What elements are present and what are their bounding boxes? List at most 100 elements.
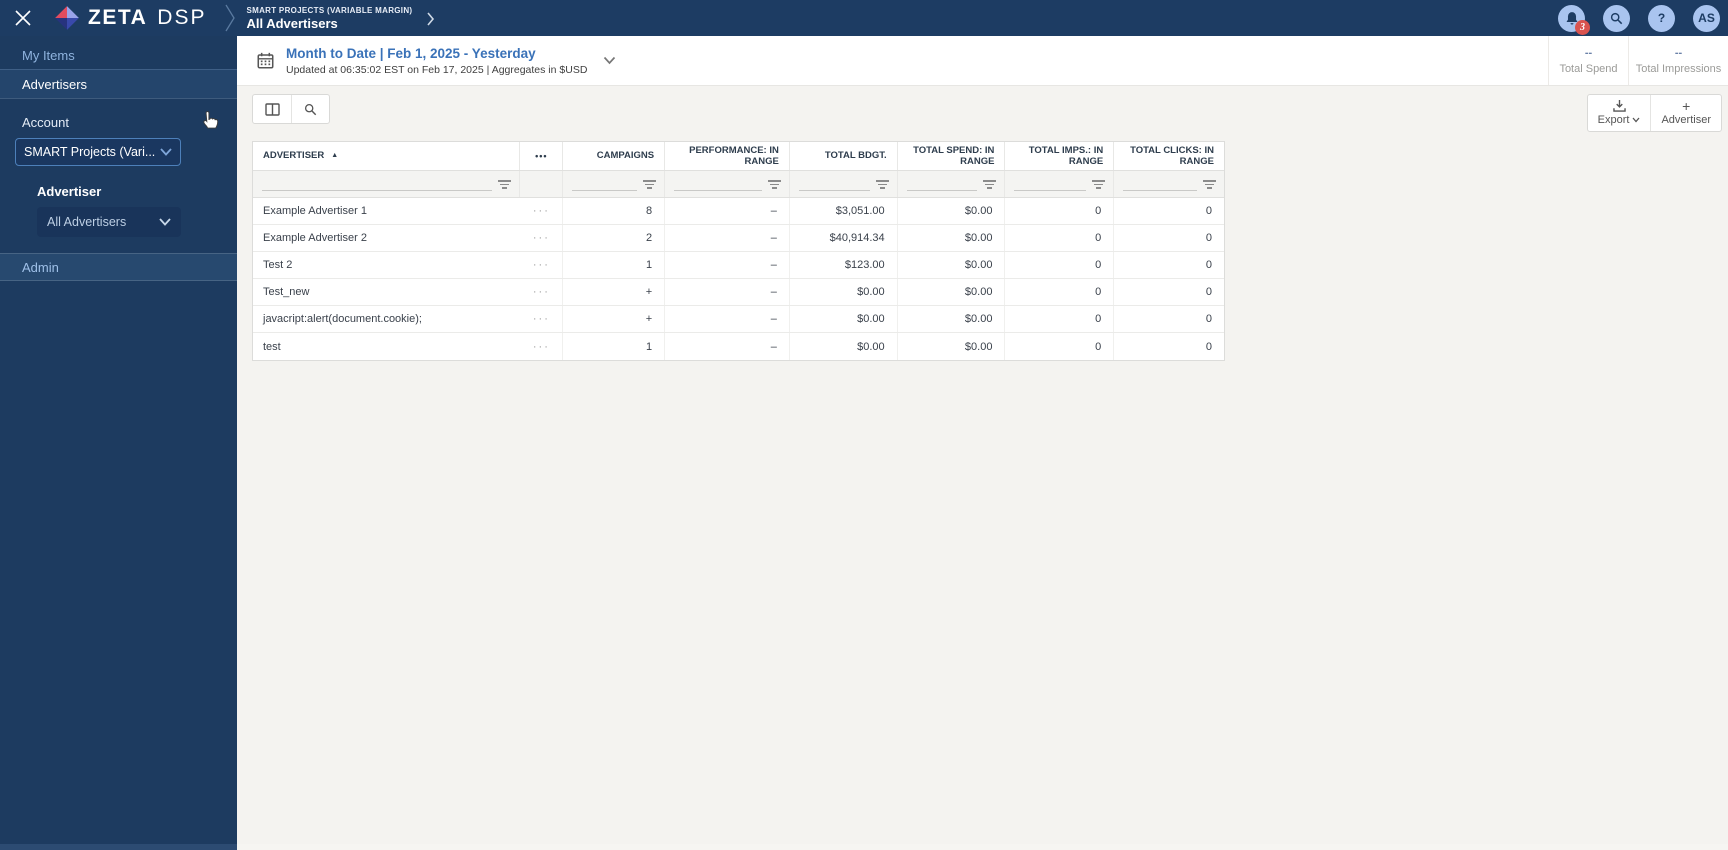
column-header-label: ••• — [535, 150, 548, 161]
cell-total-budget: $0.00 — [790, 333, 898, 360]
zeta-dsp-logo[interactable]: ZETA DSP — [54, 5, 206, 31]
add-advertiser-button[interactable]: + Advertiser — [1650, 95, 1721, 131]
total-impressions-metric: -- Total Impressions — [1628, 36, 1728, 85]
filter-cell[interactable] — [1005, 171, 1115, 197]
columns-view-button[interactable] — [253, 95, 291, 123]
column-header-total-imps-in-range[interactable]: TOTAL IMPS.: IN RANGE — [1005, 142, 1115, 170]
row-menu-button[interactable]: ··· — [520, 225, 564, 251]
plus-icon: + — [1682, 98, 1691, 114]
filter-icon[interactable] — [643, 180, 657, 189]
cell-campaigns: 2 — [563, 225, 666, 251]
row-menu-button[interactable]: ··· — [520, 279, 564, 305]
cell-total-spend: $0.00 — [898, 225, 1006, 251]
filter-input[interactable] — [572, 190, 638, 191]
brand-suffix: DSP — [157, 6, 207, 29]
cell-campaigns[interactable]: + — [563, 306, 666, 332]
date-range-selector[interactable]: Month to Date | Feb 1, 2025 - Yesterday … — [257, 46, 616, 76]
cell-total-clicks: 0 — [1205, 313, 1212, 325]
advertiser-name-cell[interactable]: Example Advertiser 1 — [253, 198, 520, 224]
filter-cell[interactable] — [563, 171, 666, 197]
help-button[interactable]: ? — [1648, 4, 1675, 32]
filter-cell[interactable] — [665, 171, 790, 197]
column-header-advertiser[interactable]: ADVERTISER ▲ — [253, 142, 521, 170]
column-header-performance-in-range[interactable]: PERFORMANCE: IN RANGE — [665, 142, 790, 170]
cell-total-impressions: 0 — [1005, 198, 1115, 224]
column-header-campaigns[interactable]: CAMPAIGNS — [563, 142, 666, 170]
sidebar-item-advertisers[interactable]: Advertisers — [0, 70, 237, 99]
filter-icon[interactable] — [875, 180, 889, 189]
table-row[interactable]: Test_new ··· + – $0.00 $0.00 0 0 — [253, 279, 1224, 306]
filter-cell[interactable] — [790, 171, 898, 197]
account-select-value: SMART Projects (Vari... — [24, 145, 156, 159]
row-menu-button[interactable]: ··· — [520, 252, 564, 278]
calendar-icon — [257, 52, 274, 69]
filter-cell[interactable] — [253, 171, 521, 197]
date-range-subtitle: Updated at 06:35:02 EST on Feb 17, 2025 … — [286, 63, 588, 76]
advertiser-name-cell[interactable]: Test 2 — [253, 252, 520, 278]
account-label: Account — [22, 115, 69, 130]
sidebar-item-my-items[interactable]: My Items — [0, 41, 237, 70]
filter-icon[interactable] — [1203, 180, 1217, 189]
total-spend-value: -- — [1584, 46, 1593, 59]
advertiser-name-cell[interactable]: test — [253, 333, 520, 360]
filter-icon[interactable] — [498, 180, 512, 189]
table-row[interactable]: Example Advertiser 2 ··· 2– $40,914.34 $0.00… — [253, 225, 1224, 252]
table-row[interactable]: javacript:alert(document.cookie); ··· + – $0… — [253, 306, 1224, 333]
table-row[interactable]: Example Advertiser 1 ··· 8– $3,051.00 $0.00 0… — [253, 198, 1224, 225]
filter-icon[interactable] — [767, 180, 781, 189]
sidebar-item-admin[interactable]: Admin — [0, 253, 237, 281]
cell-total-impressions: 0 — [1005, 306, 1115, 332]
filter-input[interactable] — [798, 190, 870, 191]
cell-total-impressions: 0 — [1005, 225, 1115, 251]
filter-icon[interactable] — [1092, 180, 1106, 189]
date-range-header: Month to Date | Feb 1, 2025 - Yesterday … — [237, 36, 1728, 86]
cell-total-clicks: 0 — [1205, 286, 1212, 298]
filter-icon[interactable] — [983, 180, 997, 189]
table-search-button[interactable] — [291, 95, 329, 123]
column-header-label: PERFORMANCE: IN RANGE — [689, 144, 779, 167]
row-menu-button[interactable]: ··· — [520, 198, 564, 224]
advertiser-name-cell[interactable]: javacript:alert(document.cookie); — [253, 306, 520, 332]
export-label: Export — [1597, 114, 1630, 126]
advertiser-name-cell[interactable]: Test_new — [253, 279, 520, 305]
zeta-logo-icon — [55, 6, 79, 30]
notifications-button[interactable]: 3 — [1558, 4, 1590, 35]
advertiser-select[interactable]: All Advertisers — [37, 207, 181, 237]
cell-total-spend: $0.00 — [898, 198, 1006, 224]
close-icon[interactable] — [14, 9, 32, 27]
user-avatar[interactable]: AS — [1693, 4, 1720, 32]
export-button[interactable]: Export — [1588, 95, 1651, 131]
column-header-row-menu[interactable]: ••• — [520, 142, 564, 170]
breadcrumb-expand-icon[interactable] — [426, 11, 435, 27]
total-spend-metric: -- Total Spend — [1548, 36, 1628, 85]
cell-performance: – — [665, 252, 790, 278]
filter-input[interactable] — [1123, 190, 1198, 191]
filter-cell-empty — [520, 171, 564, 197]
chevron-down-icon — [159, 218, 171, 226]
chevron-down-icon[interactable] — [603, 56, 616, 65]
advertiser-name-cell[interactable]: Example Advertiser 2 — [253, 225, 520, 251]
row-menu-button[interactable]: ··· — [520, 333, 564, 360]
global-search-button[interactable] — [1603, 4, 1630, 32]
cell-total-spend: $0.00 — [898, 279, 1006, 305]
row-menu-button[interactable]: ··· — [520, 306, 564, 332]
filter-input[interactable] — [906, 190, 978, 191]
summary-metrics: -- Total Spend -- Total Impressions — [1548, 36, 1728, 85]
horizontal-scrollbar[interactable] — [0, 844, 1728, 850]
table-toolbar: Export + Advertiser — [252, 94, 1722, 132]
sort-asc-icon: ▲ — [331, 151, 339, 159]
filter-input[interactable] — [262, 190, 493, 191]
breadcrumb[interactable]: SMART PROJECTS (VARIABLE MARGIN) All Adv… — [246, 6, 412, 31]
table-row[interactable]: test ··· 1– $0.00 $0.00 0 0 — [253, 333, 1224, 360]
filter-input[interactable] — [674, 190, 762, 191]
account-select[interactable]: SMART Projects (Vari... — [15, 138, 181, 166]
filter-cell[interactable] — [898, 171, 1006, 197]
filter-cell[interactable] — [1114, 171, 1224, 197]
admin-label: Admin — [22, 259, 59, 275]
column-header-total-bdgt[interactable]: TOTAL BDGT. — [790, 142, 898, 170]
column-header-total-spend-in-range[interactable]: TOTAL SPEND: IN RANGE — [898, 142, 1006, 170]
table-row[interactable]: Test 2 ··· 1– $123.00 $0.00 0 0 — [253, 252, 1224, 279]
column-header-total-clicks-in-range[interactable]: TOTAL CLICKS: IN RANGE — [1114, 142, 1224, 170]
cell-campaigns[interactable]: + — [563, 279, 666, 305]
filter-input[interactable] — [1014, 190, 1087, 191]
